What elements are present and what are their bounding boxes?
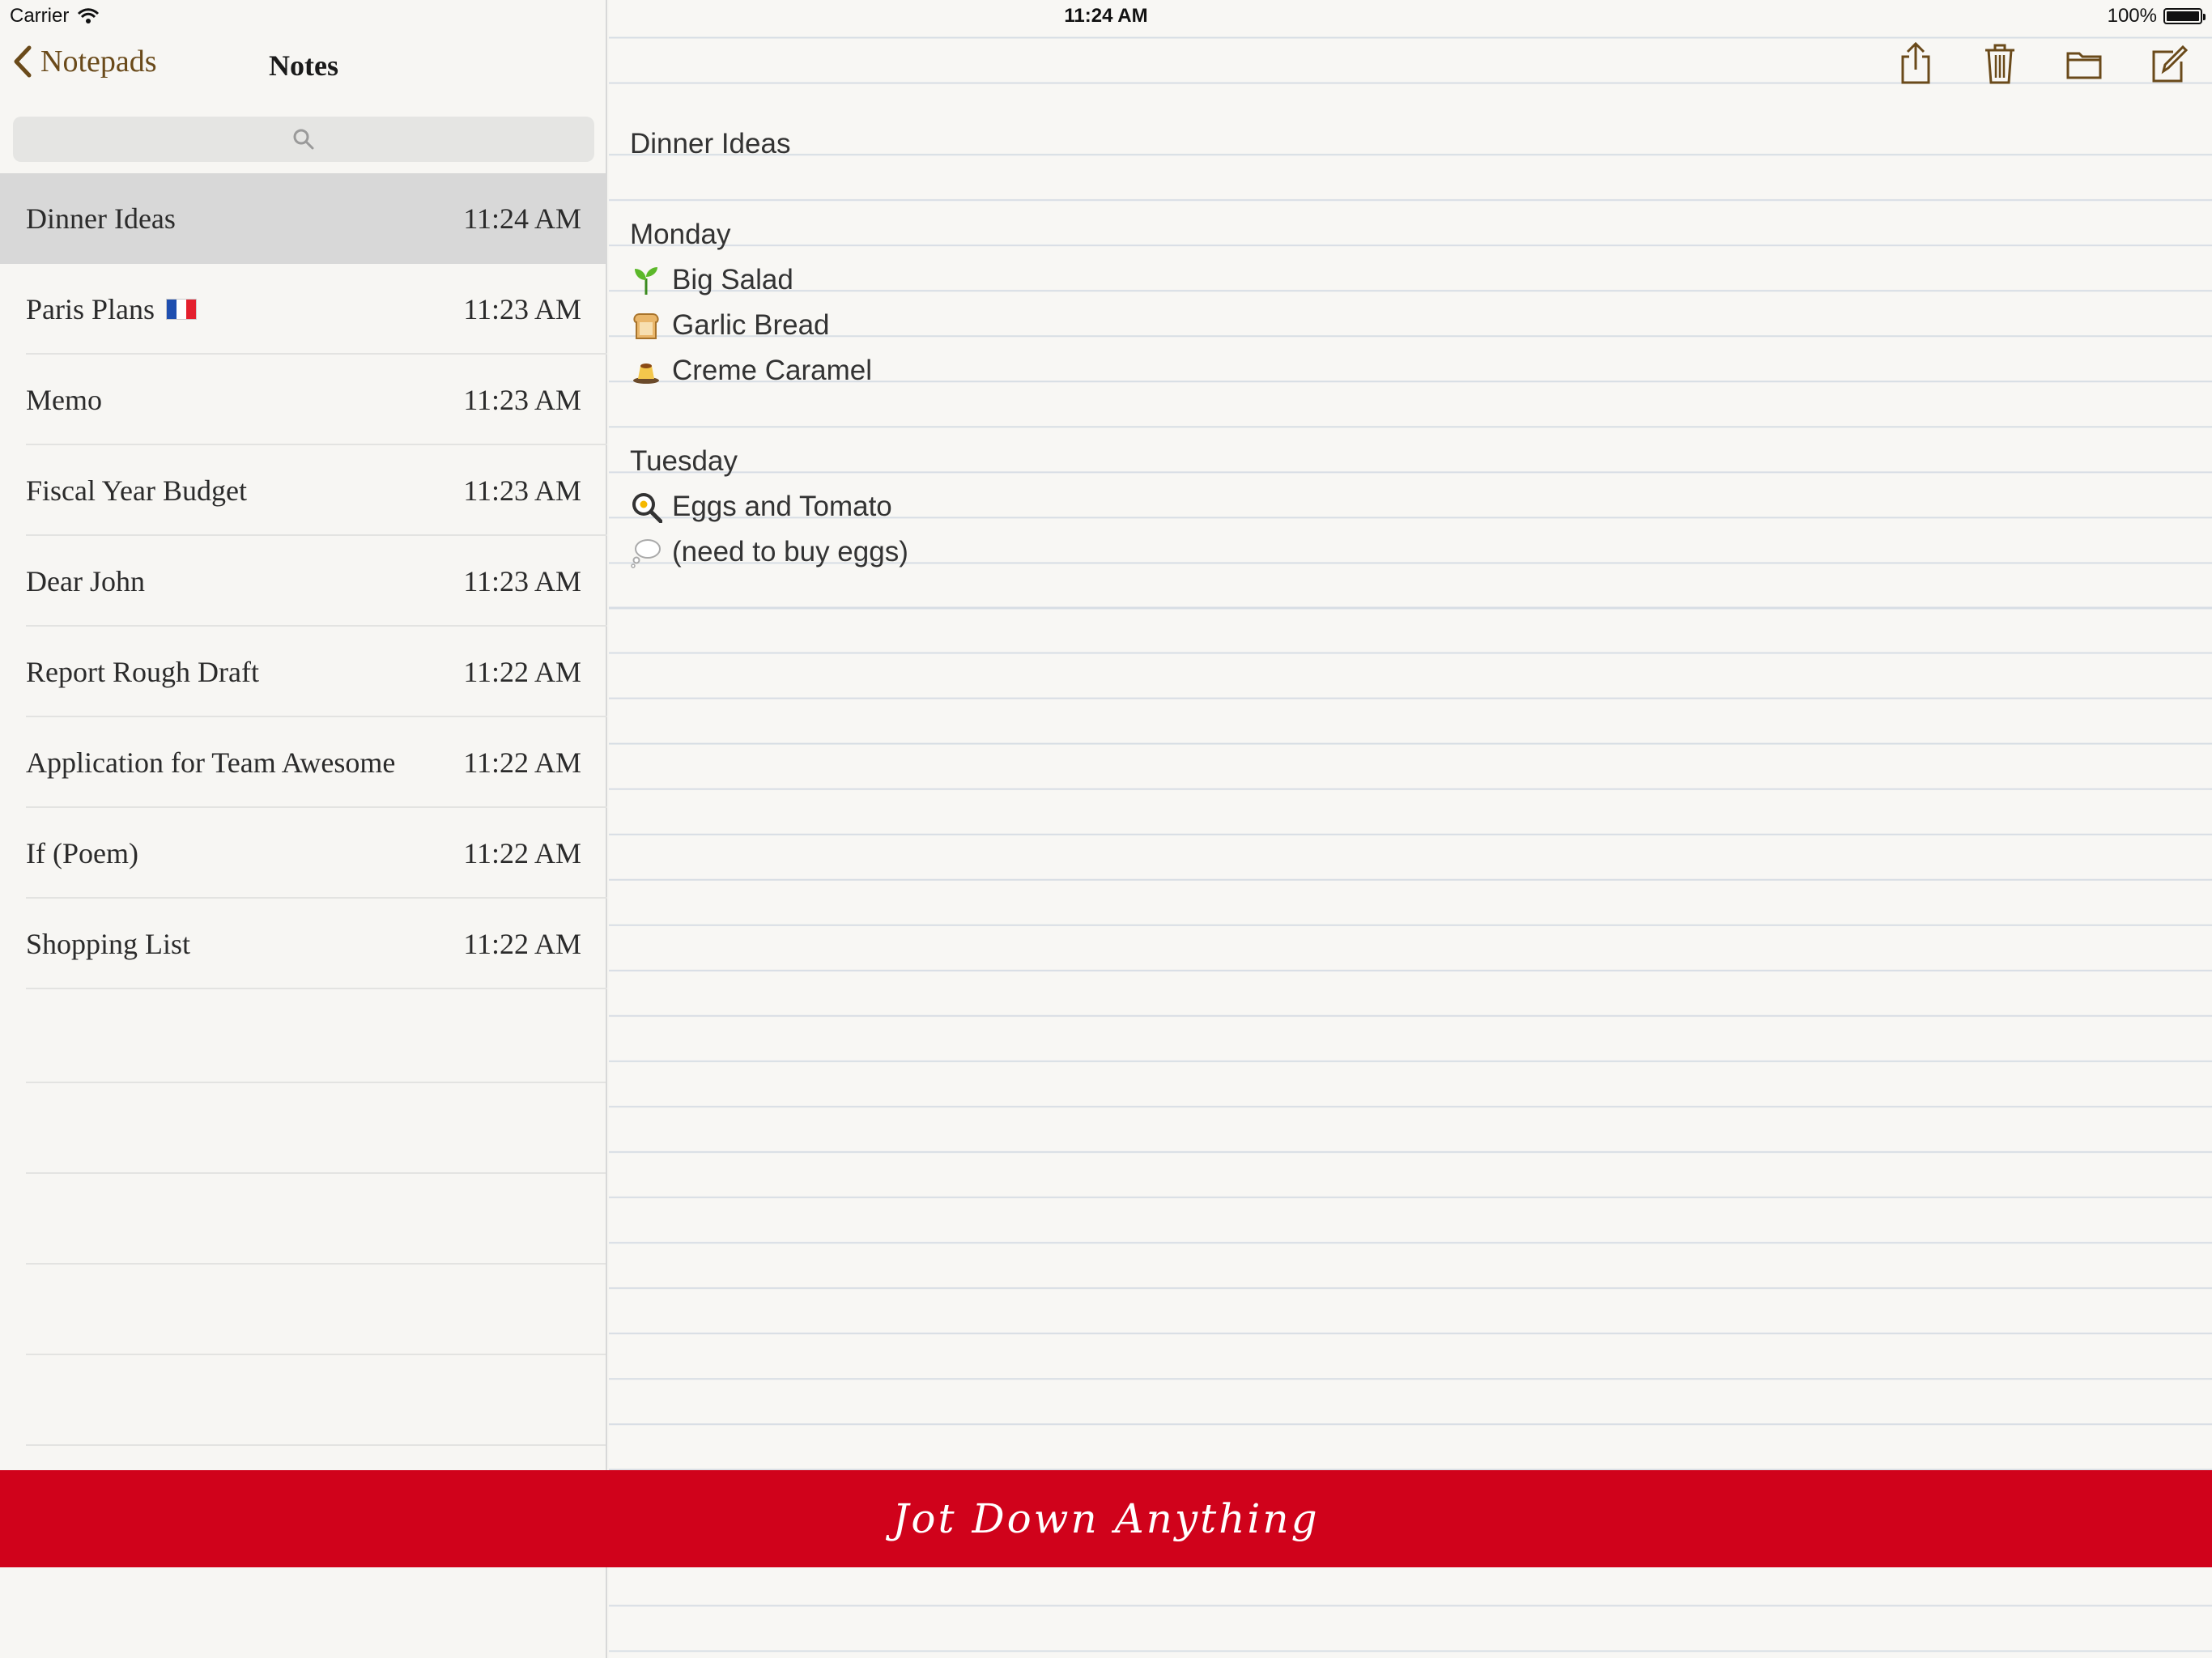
note-time: 11:23 AM (463, 474, 581, 507)
note-row-paris-plans[interactable]: Paris Plans 11:23 AM (0, 264, 607, 355)
status-time: 11:24 AM (1064, 5, 1148, 27)
share-icon (1901, 41, 1930, 84)
trash-icon (1985, 44, 2014, 84)
note-title: Shopping List (26, 928, 191, 960)
note-list-line: Big Salad (630, 257, 2168, 303)
note-line-text: Creme Caramel (672, 355, 872, 386)
note-list: Dinner Ideas 11:24 AM Paris Plans 11:23 … (0, 173, 607, 989)
share-button[interactable] (1896, 40, 1935, 86)
thought-bubble-icon (630, 536, 662, 568)
new-note-button[interactable] (2149, 40, 2188, 86)
note-blank-line (630, 393, 2168, 439)
note-time: 11:23 AM (463, 565, 581, 597)
note-title: Paris Plans (26, 293, 155, 325)
status-right: 100% (2107, 5, 2206, 28)
note-row-fiscal-year-budget[interactable]: Fiscal Year Budget 11:23 AM (0, 445, 607, 536)
banner-text: Jot Down Anything (892, 1495, 1320, 1542)
note-row-memo[interactable]: Memo 11:23 AM (0, 355, 607, 445)
note-day-heading: Tuesday (630, 439, 2168, 484)
note-time: 11:23 AM (463, 293, 581, 325)
note-title: Fiscal Year Budget (26, 474, 247, 507)
note-list-line: Garlic Bread (630, 303, 2168, 348)
note-title: Memo (26, 384, 102, 416)
note-line-text: Big Salad (672, 264, 793, 295)
note-heading: Dinner Ideas (630, 121, 2168, 167)
sidebar-empty-lines (26, 993, 606, 1446)
note-row-if-poem[interactable]: If (Poem) 11:22 AM (0, 808, 607, 899)
note-time: 11:22 AM (463, 746, 581, 779)
status-bar: Carrier 11:24 AM 100% (0, 0, 2212, 32)
note-line-text: (need to buy eggs) (672, 536, 908, 568)
note-day-heading: Monday (630, 212, 2168, 257)
note-row-application-team-awesome[interactable]: Application for Team Awesome 11:22 AM (0, 717, 607, 808)
note-line-text: Tuesday (630, 445, 738, 477)
sidebar-title: Notes (269, 49, 338, 82)
delete-button[interactable] (1980, 40, 2019, 86)
divider (26, 1174, 606, 1265)
note-title: Application for Team Awesome (26, 746, 396, 779)
divider (26, 1355, 606, 1446)
note-time: 11:22 AM (463, 656, 581, 688)
note-toolbar (1896, 40, 2188, 86)
note-row-dinner-ideas[interactable]: Dinner Ideas 11:24 AM (0, 173, 607, 264)
notes-sidebar: Notepads Notes Dinner Ideas 11:24 AM Par… (0, 0, 607, 1658)
promo-banner[interactable]: Jot Down Anything (0, 1470, 2212, 1567)
note-time: 11:22 AM (463, 928, 581, 960)
note-time: 11:23 AM (463, 384, 581, 416)
note-title: If (Poem) (26, 837, 138, 869)
note-line-text: Monday (630, 219, 731, 250)
note-time: 11:22 AM (463, 837, 581, 869)
note-row-shopping-list[interactable]: Shopping List 11:22 AM (0, 899, 607, 989)
divider (26, 1265, 606, 1355)
move-to-folder-button[interactable] (2065, 40, 2104, 86)
seedling-icon (630, 264, 662, 296)
battery-icon (2163, 8, 2206, 24)
note-title: Dear John (26, 565, 145, 597)
note-line-text: Garlic Bread (672, 309, 830, 341)
folder-icon (2066, 52, 2102, 79)
battery-fill (2167, 11, 2199, 21)
note-line-text: Dinner Ideas (630, 128, 791, 159)
search-input[interactable] (13, 117, 594, 162)
note-title: Dinner Ideas (26, 202, 176, 235)
note-row-dear-john[interactable]: Dear John 11:23 AM (0, 536, 607, 627)
note-line-text: Eggs and Tomato (672, 491, 892, 522)
note-list-line: Eggs and Tomato (630, 484, 2168, 529)
bread-icon (630, 309, 662, 342)
compose-icon (2152, 45, 2188, 83)
divider (26, 1083, 606, 1174)
note-editor[interactable]: Dinner Ideas Monday Big Salad Garlic Bre… (609, 0, 2212, 1658)
battery-percentage: 100% (2107, 5, 2157, 27)
note-list-line: (need to buy eggs) (630, 529, 2168, 575)
custard-icon (630, 355, 662, 387)
search-icon (293, 129, 314, 150)
frying-pan-icon (630, 491, 662, 523)
french-flag-icon (166, 299, 198, 320)
note-row-report-rough-draft[interactable]: Report Rough Draft 11:22 AM (0, 627, 607, 717)
divider (26, 993, 606, 1083)
note-time: 11:24 AM (463, 202, 581, 235)
note-text-area[interactable]: Dinner Ideas Monday Big Salad Garlic Bre… (630, 121, 2168, 575)
note-title: Report Rough Draft (26, 656, 259, 688)
sidebar-nav-bar: Notepads Notes (0, 32, 607, 105)
note-list-line: Creme Caramel (630, 348, 2168, 393)
note-blank-line (630, 167, 2168, 212)
note-title-with-flag: Paris Plans (26, 292, 198, 326)
